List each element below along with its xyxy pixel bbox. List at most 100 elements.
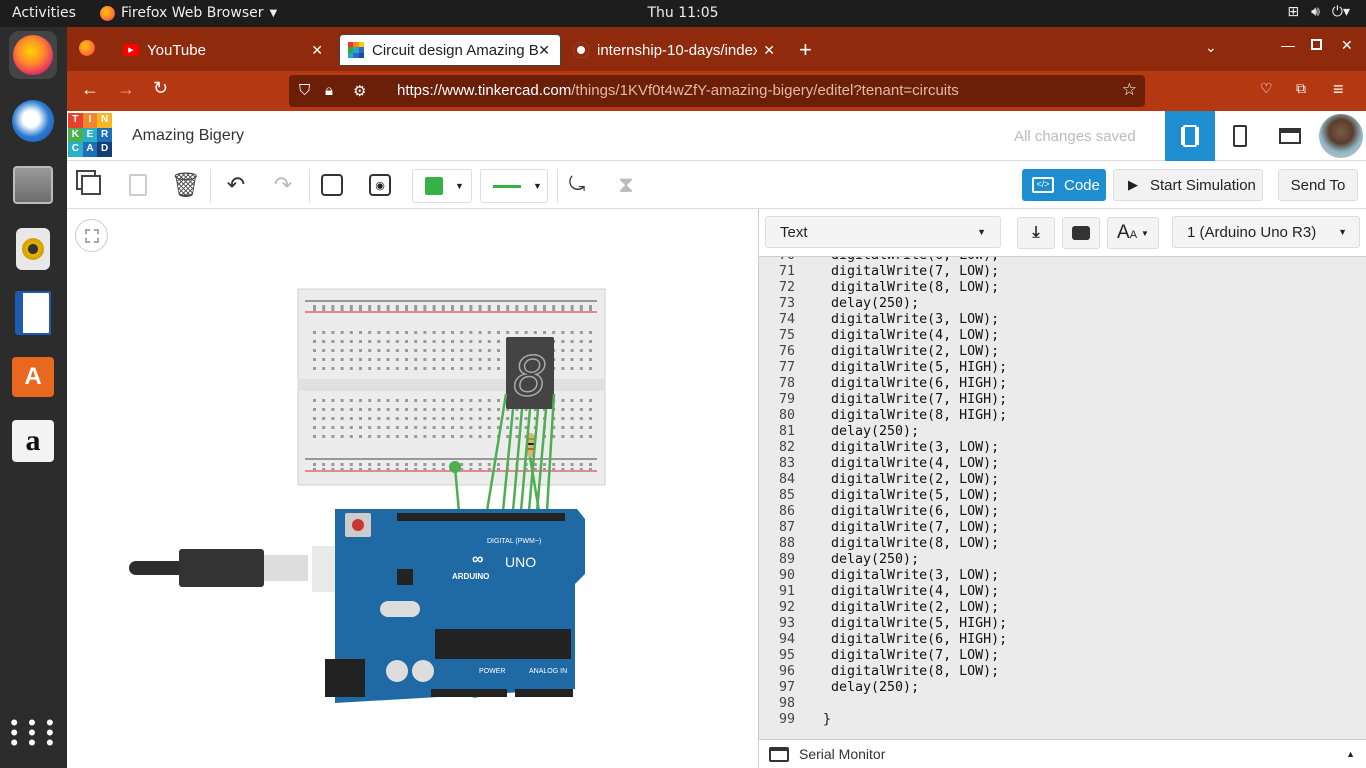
code-button-label: Code xyxy=(1064,176,1100,194)
logo-letter: A xyxy=(82,142,98,157)
forward-icon[interactable]: → xyxy=(117,79,135,100)
circuit-view-button[interactable] xyxy=(1165,111,1215,161)
notes-button[interactable] xyxy=(316,169,348,201)
code-line: 93 digitalWrite(5, HIGH); xyxy=(759,616,1007,632)
line-number: 85 xyxy=(778,488,795,503)
close-tab-icon[interactable]: ✕ xyxy=(538,42,550,59)
line-number: 92 xyxy=(778,600,795,615)
tinkercad-logo[interactable]: T I N K E R C A D xyxy=(68,113,112,157)
tab-label: YouTube xyxy=(147,41,206,59)
project-title[interactable]: Amazing Bigery xyxy=(132,127,244,145)
logo-letter: K xyxy=(68,127,83,143)
board-brand: ARDUINO xyxy=(452,572,489,581)
download-code-button[interactable]: ⤓ xyxy=(1017,217,1055,249)
font-size-button[interactable]: AA ▼ xyxy=(1107,217,1159,249)
extensions-icon[interactable]: ⧉ xyxy=(1296,80,1306,97)
logo-letter: I xyxy=(82,113,98,128)
undo-button[interactable]: ↶ xyxy=(220,169,252,201)
avatar[interactable] xyxy=(1319,114,1363,158)
permissions-icon[interactable]: ⚙︎ xyxy=(353,82,366,100)
visibility-button[interactable]: ◉ xyxy=(364,169,396,201)
dock-rhythmbox[interactable] xyxy=(9,225,57,273)
play-icon: ▶ xyxy=(1128,177,1138,192)
code-line: 96 digitalWrite(8, LOW); xyxy=(759,664,999,680)
redo-button[interactable]: ↷ xyxy=(267,169,299,201)
clock[interactable]: Thu 11:05 xyxy=(647,5,718,21)
copy-button[interactable] xyxy=(75,169,107,201)
writer-icon xyxy=(15,291,51,335)
tab-youtube[interactable]: ▶ YouTube ✕ xyxy=(115,34,333,66)
rotate-button[interactable]: ⤿ xyxy=(561,169,593,201)
system-tray[interactable]: ⊞ 🔊︎ ⏻▾ xyxy=(1287,4,1350,20)
tab-circuit-design[interactable]: Circuit design Amazing B ✕ xyxy=(339,34,561,66)
back-icon[interactable]: ← xyxy=(81,79,99,100)
code-line: 78 digitalWrite(6, HIGH); xyxy=(759,376,1007,392)
firefox-view-icon[interactable] xyxy=(79,40,95,56)
dock-writer[interactable] xyxy=(9,289,57,337)
arduino-uno-board[interactable]: ∞ ARDUINO UNO DIGITAL (PWM~) POWER ANALO… xyxy=(325,509,585,703)
maximize-icon[interactable] xyxy=(1311,39,1322,50)
chevron-down-icon: ▼ xyxy=(1141,228,1149,238)
device-select[interactable]: 1 (Arduino Uno R3) ▼ xyxy=(1172,216,1360,248)
tab-github[interactable]: internship-10-days/index ✕ xyxy=(565,34,785,66)
circuit-canvas[interactable]: 8 ∞ ARDUINO UNO DIGITAL (PWM~) POWER ANA… xyxy=(67,209,758,768)
close-tab-icon[interactable]: ✕ xyxy=(311,42,323,59)
logo-letter: C xyxy=(68,142,83,157)
bookmark-star-icon[interactable]: ☆ xyxy=(1122,80,1137,100)
url-bar[interactable]: ⛉ 🔒︎ ⚙︎ https://www.tinkercad.com/things… xyxy=(289,75,1145,107)
schematic-view-button[interactable] xyxy=(1215,111,1265,161)
dock-files[interactable] xyxy=(9,161,57,209)
serial-monitor-bar[interactable]: Serial Monitor ▲ xyxy=(759,739,1366,768)
breadboard[interactable] xyxy=(297,288,606,486)
color-picker[interactable]: ▼ xyxy=(412,169,472,203)
code-text: delay(250); xyxy=(815,424,920,439)
line-number: 75 xyxy=(778,328,795,343)
pocket-icon[interactable]: ♡ xyxy=(1260,80,1273,97)
seven-segment-display[interactable]: 8 xyxy=(506,337,554,409)
line-number: 90 xyxy=(778,568,795,583)
navigation-bar: ← → ↻ ⛉ 🔒︎ ⚙︎ https://www.tinkercad.com/… xyxy=(67,71,1366,111)
url-text[interactable]: https://www.tinkercad.com/things/1KVf0t4… xyxy=(397,82,959,99)
code-line: 85 digitalWrite(5, LOW); xyxy=(759,488,999,504)
line-number: 94 xyxy=(778,632,795,647)
code-mode-value: Text xyxy=(780,223,808,241)
app-menu[interactable]: Firefox Web Browser ▼ xyxy=(100,5,277,21)
code-text: delay(250); xyxy=(815,680,920,695)
dock-firefox[interactable] xyxy=(9,31,57,79)
dock-amazon[interactable]: a xyxy=(9,417,57,465)
github-icon xyxy=(573,42,589,58)
dock-thunderbird[interactable] xyxy=(9,97,57,145)
dock-software[interactable]: A xyxy=(9,353,57,401)
code-text: delay(250); xyxy=(815,296,920,311)
libraries-button[interactable] xyxy=(1062,217,1100,249)
activities-button[interactable]: Activities xyxy=(12,5,76,21)
code-editor[interactable]: 70 digitalWrite(6, LOW);71 digitalWrite(… xyxy=(759,257,1366,739)
copy-icon xyxy=(81,175,101,195)
line-number: 76 xyxy=(778,344,795,359)
component-list-button[interactable] xyxy=(1265,111,1315,161)
new-tab-button[interactable]: + xyxy=(799,37,812,63)
send-to-button[interactable]: Send To xyxy=(1278,169,1358,201)
close-tab-icon[interactable]: ✕ xyxy=(763,42,775,59)
board-model: UNO xyxy=(505,554,536,570)
code-text: digitalWrite(4, LOW); xyxy=(815,456,1000,471)
chevron-up-icon[interactable]: ▲ xyxy=(1346,749,1355,759)
code-line: 79 digitalWrite(7, HIGH); xyxy=(759,392,1007,408)
close-window-icon[interactable]: ✕ xyxy=(1341,37,1353,54)
flip-button[interactable]: ⧗ xyxy=(610,169,642,201)
wire-type-picker[interactable]: ▼ xyxy=(480,169,548,203)
firefox-icon xyxy=(13,35,53,75)
reload-icon[interactable]: ↻ xyxy=(153,78,168,99)
url-host: https://www.tinkercad.com xyxy=(397,82,572,99)
minimize-icon[interactable]: — xyxy=(1281,37,1295,53)
code-line: 72 digitalWrite(8, LOW); xyxy=(759,280,999,296)
code-mode-select[interactable]: Text ▼ xyxy=(765,216,1001,248)
code-button[interactable]: </> Code xyxy=(1022,169,1106,201)
start-simulation-button[interactable]: ▶ Start Simulation xyxy=(1113,169,1263,201)
paste-button[interactable] xyxy=(122,169,154,201)
delete-button[interactable]: 🗑︎ xyxy=(170,169,202,201)
list-tabs-icon[interactable]: ⌄ xyxy=(1205,39,1217,56)
show-apps-button[interactable]: • • • • • • • • • xyxy=(9,709,57,757)
device-select-value: 1 (Arduino Uno R3) xyxy=(1187,223,1317,241)
menu-icon[interactable]: ≡ xyxy=(1333,79,1344,100)
